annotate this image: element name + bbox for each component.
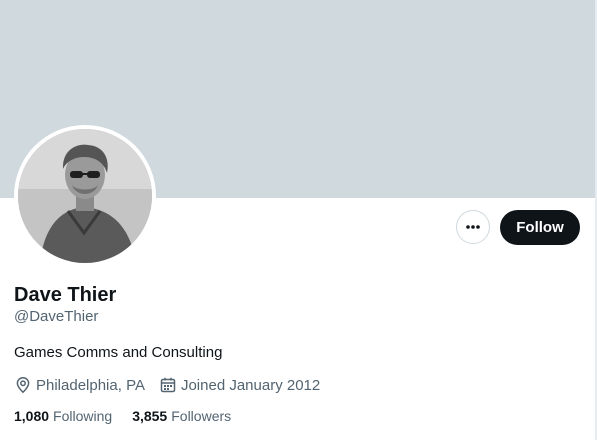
more-options-button[interactable] bbox=[456, 210, 490, 244]
profile-meta: Philadelphia, PA Joined January 2012 bbox=[14, 375, 334, 395]
avatar-photo bbox=[18, 129, 152, 263]
joined-text: Joined January 2012 bbox=[180, 376, 321, 394]
following-link[interactable]: 1,080 Following bbox=[14, 407, 112, 425]
profile-page: Follow Dave Thier @DaveThier Games Comms… bbox=[0, 0, 597, 440]
more-horizontal-icon bbox=[466, 225, 480, 229]
location-item: Philadelphia, PA bbox=[14, 376, 145, 394]
following-label: Following bbox=[53, 408, 113, 424]
profile-name: Dave Thier bbox=[14, 284, 117, 306]
followers-count: 3,855 bbox=[132, 408, 168, 424]
profile-handle: @DaveThier bbox=[14, 308, 99, 325]
following-count: 1,080 bbox=[14, 408, 50, 424]
followers-link[interactable]: 3,855 Followers bbox=[132, 407, 231, 425]
followers-label: Followers bbox=[171, 408, 232, 424]
avatar[interactable] bbox=[18, 129, 152, 263]
joined-item: Joined January 2012 bbox=[159, 376, 320, 394]
location-pin-icon bbox=[16, 377, 30, 394]
follow-button[interactable]: Follow bbox=[500, 210, 580, 245]
profile-bio: Games Comms and Consulting bbox=[14, 344, 223, 361]
location-text: Philadelphia, PA bbox=[36, 376, 145, 394]
avatar-ring bbox=[14, 125, 156, 267]
calendar-icon bbox=[160, 377, 176, 393]
profile-stats: 1,080 Following 3,855 Followers bbox=[14, 407, 251, 425]
